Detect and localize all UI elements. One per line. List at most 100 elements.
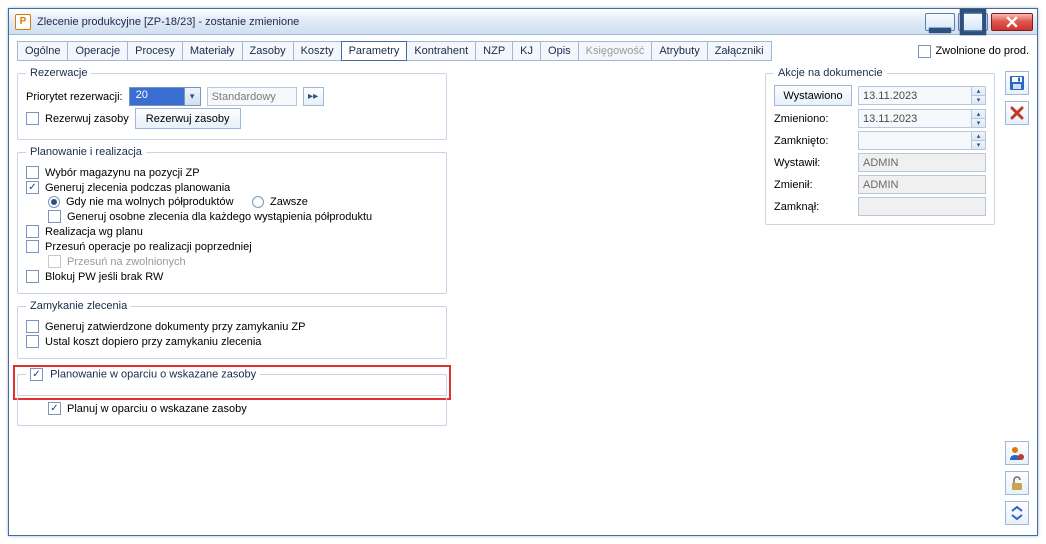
storage-choice-label: Wybór magazynu na pozycji ZP — [45, 167, 200, 179]
realization-plan-checkbox[interactable] — [26, 225, 39, 238]
release-to-prod-checkbox[interactable]: Zwolnione do prod. — [918, 45, 1029, 58]
plan-by-resources-label: Planuj w oparciu o wskazane zasoby — [67, 403, 247, 415]
floppy-icon — [1009, 75, 1025, 91]
collapse-button[interactable] — [1005, 501, 1029, 525]
user-settings-button[interactable] — [1005, 441, 1029, 465]
issued-date-spinner[interactable]: ▴▾ — [971, 87, 985, 104]
group-planning-resources-body: Planuj w oparciu o wskazane zasoby — [17, 396, 447, 426]
minimize-button[interactable] — [925, 13, 955, 31]
changed-date-spinner[interactable]: ▴▾ — [971, 110, 985, 127]
realization-plan-label: Realizacja wg planu — [45, 226, 143, 238]
issued-button[interactable]: Wystawiono — [774, 85, 852, 106]
generate-separate-label: Generuj osobne zlecenia dla każdego wyst… — [67, 211, 372, 223]
storage-choice-checkbox[interactable] — [26, 166, 39, 179]
group-planning: Planowanie i realizacja Wybór magazynu n… — [17, 146, 447, 294]
tab-opis[interactable]: Opis — [540, 41, 579, 61]
generate-orders-label: Generuj zlecenia podczas planowania — [45, 182, 230, 194]
closed-by-label: Zamknął: — [774, 201, 852, 213]
reserve-resources-check-label: Rezerwuj zasoby — [45, 113, 129, 125]
tab-zalaczniki[interactable]: Załączniki — [707, 41, 772, 61]
changed-by-label: Zmienił: — [774, 179, 852, 191]
tab-kj[interactable]: KJ — [512, 41, 541, 61]
tab-atrybuty[interactable]: Atrybuty — [651, 41, 707, 61]
tab-kontrahent[interactable]: Kontrahent — [406, 41, 476, 61]
group-reservations: Rezerwacje Priorytet rezerwacji: 20 ▾ St… — [17, 67, 447, 140]
priority-name-field[interactable]: Standardowy — [207, 87, 297, 106]
reserve-resources-checkbox[interactable] — [26, 112, 39, 125]
tab-procesy[interactable]: Procesy — [127, 41, 183, 61]
close-window-button[interactable] — [991, 13, 1033, 31]
release-check-label: Zwolnione do prod. — [935, 45, 1029, 57]
changed-date-field[interactable]: 13.11.2023 ▴▾ — [858, 109, 986, 128]
changed-label: Zmieniono: — [774, 113, 852, 125]
window-title: Zlecenie produkcyjne [ZP-18/23] - zostan… — [37, 16, 925, 28]
closed-date-value — [859, 132, 971, 149]
chevron-down-icon[interactable]: ▾ — [184, 88, 200, 105]
group-planning-legend: Planowanie i realizacja — [26, 146, 146, 158]
generate-orders-checkbox[interactable] — [26, 181, 39, 194]
tab-operacje[interactable]: Operacje — [67, 41, 128, 61]
delete-button[interactable] — [1005, 101, 1029, 125]
shift-released-checkbox — [48, 255, 61, 268]
highlight-planning-resources: Planowanie w oparciu o wskazane zasoby — [13, 365, 451, 400]
group-planning-resources: Planowanie w oparciu o wskazane zasoby — [17, 368, 447, 396]
priority-value: 20 — [130, 88, 184, 105]
generate-separate-checkbox[interactable] — [48, 210, 61, 223]
plan-by-resources-checkbox[interactable] — [48, 402, 61, 415]
radio-no-free-semiproducts[interactable] — [48, 196, 60, 208]
closed-date-field[interactable]: ▴▾ — [858, 131, 986, 150]
gen-docs-label: Generuj zatwierdzone dokumenty przy zamy… — [45, 321, 305, 333]
lock-button[interactable] — [1005, 471, 1029, 495]
priority-label: Priorytet rezerwacji: — [26, 91, 123, 103]
user-gear-icon — [1009, 445, 1025, 461]
tab-bar: Ogólne Operacje Procesy Materiały Zasoby… — [17, 41, 1029, 61]
group-reservations-legend: Rezerwacje — [26, 67, 91, 79]
radio-always-label: Zawsze — [270, 196, 308, 208]
window-frame: P Zlecenie produkcyjne [ZP-18/23] - zost… — [8, 8, 1038, 536]
set-cost-checkbox[interactable] — [26, 335, 39, 348]
set-cost-label: Ustal koszt dopiero przy zamykaniu zlece… — [45, 336, 261, 348]
maximize-button[interactable] — [958, 13, 988, 31]
priority-combobox[interactable]: 20 ▾ — [129, 87, 201, 106]
tab-materialy[interactable]: Materiały — [182, 41, 243, 61]
gen-docs-checkbox[interactable] — [26, 320, 39, 333]
changed-date-value: 13.11.2023 — [859, 110, 971, 127]
issued-by-field: ADMIN — [858, 153, 986, 172]
radio-always[interactable] — [252, 196, 264, 208]
group-closing-legend: Zamykanie zlecenia — [26, 300, 131, 312]
reserve-resources-button[interactable]: Rezerwuj zasoby — [135, 108, 241, 129]
lock-open-icon — [1009, 475, 1025, 491]
closed-date-spinner[interactable]: ▴▾ — [971, 132, 985, 149]
issued-date-value: 13.11.2023 — [859, 87, 971, 104]
tab-zasoby[interactable]: Zasoby — [242, 41, 294, 61]
group-closing: Zamykanie zlecenia Generuj zatwierdzone … — [17, 300, 447, 359]
planning-resources-legend-checkbox[interactable] — [30, 368, 43, 381]
closed-by-field — [858, 197, 986, 216]
tab-ksiegowosc: Księgowość — [578, 41, 653, 61]
shift-released-label: Przesuń na zwolnionych — [67, 256, 186, 268]
planning-resources-legend-label: Planowanie w oparciu o wskazane zasoby — [50, 368, 256, 380]
group-doc-actions-legend: Akcje na dokumencie — [774, 67, 887, 79]
issued-by-label: Wystawił: — [774, 157, 852, 169]
app-icon: P — [15, 14, 31, 30]
group-doc-actions: Akcje na dokumencie Wystawiono 13.11.202… — [765, 67, 995, 225]
release-check-icon[interactable] — [918, 45, 931, 58]
tab-koszty[interactable]: Koszty — [293, 41, 342, 61]
issued-date-field[interactable]: 13.11.2023 ▴▾ — [858, 86, 986, 105]
shift-ops-label: Przesuń operacje po realizacji poprzedni… — [45, 241, 252, 253]
chevron-collapse-icon — [1009, 505, 1025, 521]
tab-parametry[interactable]: Parametry — [341, 41, 408, 61]
closed-label: Zamknięto: — [774, 135, 852, 147]
tab-nzp[interactable]: NZP — [475, 41, 513, 61]
block-pw-checkbox[interactable] — [26, 270, 39, 283]
group-planning-resources-legend: Planowanie w oparciu o wskazane zasoby — [26, 368, 260, 381]
save-button[interactable] — [1005, 71, 1029, 95]
x-icon — [1009, 105, 1025, 121]
priority-next-button[interactable]: ▸▸ — [303, 87, 324, 106]
tab-ogolne[interactable]: Ogólne — [17, 41, 68, 61]
changed-by-field: ADMIN — [858, 175, 986, 194]
shift-ops-checkbox[interactable] — [26, 240, 39, 253]
radio-no-free-label: Gdy nie ma wolnych półproduktów — [66, 196, 246, 208]
titlebar: P Zlecenie produkcyjne [ZP-18/23] - zost… — [9, 9, 1037, 35]
block-pw-label: Blokuj PW jeśli brak RW — [45, 271, 163, 283]
